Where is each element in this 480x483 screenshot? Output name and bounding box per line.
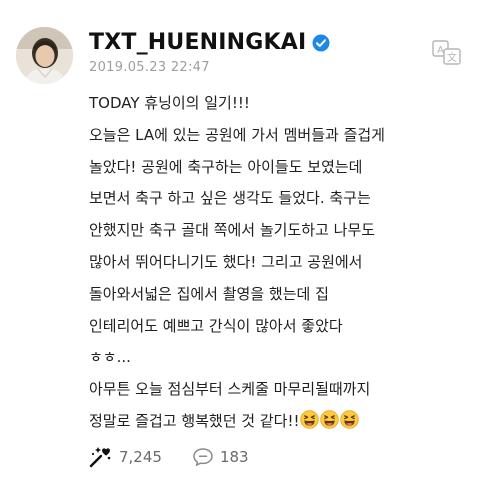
- post-body-line-text: 안했지만 축구 골대 쪽에서 놀기도하고 나무도: [89, 221, 376, 240]
- post-body-line: 많아서 뛰어다니기도 했다! 그리고 공원에서: [89, 247, 469, 279]
- post-body-line-text: 많아서 뛰어다니기도 했다! 그리고 공원에서: [89, 252, 363, 271]
- post-body-line: 아무튼 오늘 점심부터 스케줄 마무리될때까지: [89, 374, 469, 406]
- translate-icon[interactable]: A 文: [432, 40, 462, 66]
- comment-count: 183: [219, 448, 249, 466]
- post-body-line: TODAY 휴닝이의 일기!!!: [89, 88, 469, 120]
- svg-text:文: 文: [447, 51, 457, 64]
- magic-wand-heart-icon: [89, 446, 113, 468]
- verified-badge-icon: [312, 34, 330, 52]
- grinning-squinting-face-emoji-icon: [339, 409, 359, 429]
- post-body-line-text: 오늘은 LA에 있는 공원에 가서 멤버들과 즐겁게: [89, 125, 385, 144]
- post-body-line: 보면서 축구 하고 싶은 생각도 들었다. 축구는: [89, 183, 469, 215]
- post-body-line: ㅎㅎ...: [89, 342, 469, 374]
- post-body-line-text: 놀았다! 공원에 축구하는 아이들도 보였는데: [89, 157, 363, 176]
- post-body-line: 인테리어도 예쁘고 간식이 많아서 좋았다: [89, 311, 469, 343]
- post-body-line: 돌아와서넓은 집에서 촬영을 했는데 집: [89, 279, 469, 311]
- author-username[interactable]: TXT_HUENINGKAI: [89, 28, 306, 58]
- post-body-line-text: 정말로 즐겁고 행복했던 것 같다!!: [89, 411, 300, 430]
- post-body-line-text: 인테리어도 예쁘고 간식이 많아서 좋았다: [89, 316, 343, 335]
- like-button[interactable]: 7,245: [89, 446, 162, 468]
- grinning-squinting-face-emoji-icon: [319, 409, 339, 429]
- post-body-line-text: 돌아와서넓은 집에서 촬영을 했는데 집: [89, 284, 329, 303]
- author-row: TXT_HUENINGKAI: [89, 28, 330, 58]
- post-body-line-text: 보면서 축구 하고 싶은 생각도 들었다. 축구는: [89, 189, 371, 208]
- post-timestamp: 2019.05.23 22:47: [89, 60, 210, 75]
- post-body-line: 놀았다! 공원에 축구하는 아이들도 보였는데: [89, 152, 469, 184]
- post-body-line-text: 아무튼 오늘 점심부터 스케줄 마무리될때까지: [89, 380, 371, 399]
- post-body-line-text: ㅎㅎ...: [89, 348, 131, 367]
- comment-button[interactable]: 183: [192, 447, 249, 467]
- grinning-squinting-face-emoji-icon: [299, 409, 319, 429]
- post-body-line: 안했지만 축구 골대 쪽에서 놀기도하고 나무도: [89, 215, 469, 247]
- post-body-line: 오늘은 LA에 있는 공원에 가서 멤버들과 즐겁게: [89, 120, 469, 152]
- comment-bubble-icon: [192, 447, 214, 467]
- profile-avatar[interactable]: [16, 27, 73, 84]
- like-count: 7,245: [119, 448, 162, 466]
- svg-text:A: A: [437, 45, 444, 56]
- post-body-line: 정말로 즐겁고 행복했던 것 같다!!: [89, 406, 469, 438]
- post-body-line-text: TODAY 휴닝이의 일기!!!: [89, 94, 250, 112]
- post-stats: 7,245 183: [89, 444, 249, 470]
- post-body: TODAY 휴닝이의 일기!!! 오늘은 LA에 있는 공원에 가서 멤버들과 즐…: [89, 88, 469, 438]
- post-card: TXT_HUENINGKAI 2019.05.23 22:47 A 文 TODA…: [0, 0, 480, 483]
